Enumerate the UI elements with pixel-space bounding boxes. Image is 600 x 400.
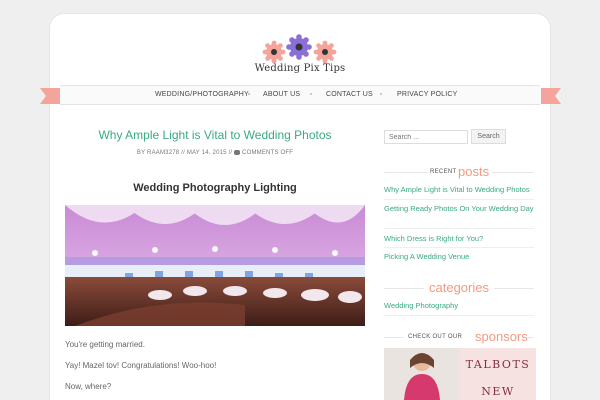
ribbon-right-decoration <box>541 88 561 104</box>
nav-item-privacy-policy[interactable]: PRIVACY POLICY <box>397 91 458 98</box>
sponsor-brand-text: TALBOTS <box>465 358 531 371</box>
ribbon-left-decoration <box>40 88 60 104</box>
nav-separator-dot <box>380 93 382 95</box>
main-nav: WEDDING/PHOTOGRAPHY ABOUT US CONTACT US … <box>60 85 540 105</box>
post-paragraph: You're getting married. <box>65 340 145 349</box>
sponsor-ad[interactable]: TALBOTS NEW <box>384 348 536 400</box>
post-meta: BY RAAM3278 // MAY 14, 2015 // COMMENTS … <box>65 150 365 156</box>
article-heading: Wedding Photography Lighting <box>133 182 297 194</box>
comment-icon <box>234 150 241 155</box>
divider <box>384 247 534 248</box>
post-title[interactable]: Why Ample Light is Vital to Wedding Phot… <box>65 128 365 142</box>
post-paragraph: Now, where? <box>65 382 112 391</box>
search-button[interactable]: Search <box>471 129 506 144</box>
divider <box>384 228 534 229</box>
post-comments: COMMENTS OFF <box>242 150 294 157</box>
flower-logo-icon <box>262 34 337 64</box>
site-logo-text: Wedding Pix Tips <box>254 63 346 74</box>
nav-separator-dot <box>248 93 250 95</box>
recent-label: RECENT <box>430 169 457 175</box>
search-input[interactable] <box>384 130 468 144</box>
nav-item-about-us[interactable]: ABOUT US <box>263 91 300 98</box>
sponsors-label: sponsors <box>475 329 528 344</box>
recent-post-link[interactable]: Getting Ready Photos On Your Wedding Day <box>384 203 534 214</box>
categories-label: categories <box>429 280 489 295</box>
nav-item-wedding-photography[interactable]: WEDDING/PHOTOGRAPHY <box>155 91 249 98</box>
recent-post-link[interactable]: Why Ample Light is Vital to Wedding Phot… <box>384 184 534 195</box>
meta-separator: // <box>228 150 233 157</box>
categories-heading: categories <box>384 280 534 295</box>
site-logo[interactable]: Wedding Pix Tips <box>250 34 350 80</box>
ballroom-photo <box>65 205 365 326</box>
meta-separator: // <box>181 150 185 157</box>
sponsors-heading: CHECK OUT OUR sponsors <box>384 329 534 344</box>
category-link[interactable]: Wedding Photography <box>384 300 534 311</box>
sponsor-new-text: NEW <box>481 385 515 398</box>
divider <box>384 315 534 316</box>
post-date[interactable]: MAY 14, 2015 <box>187 150 227 156</box>
post-author[interactable]: BY RAAM3278 <box>137 150 179 156</box>
post-paragraph: Yay! Mazel tov! Congratulations! Woo-hoo… <box>65 361 217 370</box>
recent-posts-heading: RECENT posts <box>384 164 534 179</box>
recent-post-link[interactable]: Which Dress is Right for You? <box>384 233 534 244</box>
nav-separator-dot <box>310 93 312 95</box>
recent-post-link[interactable]: Picking A Wedding Venue <box>384 251 534 262</box>
posts-label: posts <box>458 164 490 179</box>
check-out-our-label: CHECK OUT OUR <box>408 334 463 340</box>
nav-item-contact-us[interactable]: CONTACT US <box>326 91 373 98</box>
divider <box>384 199 534 200</box>
